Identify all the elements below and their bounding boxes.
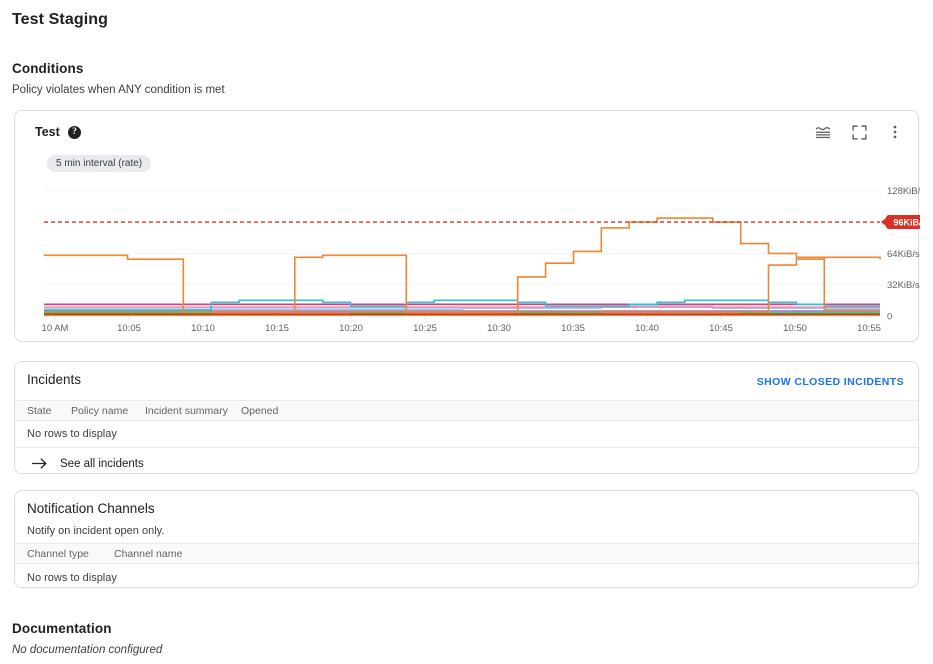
fullscreen-icon[interactable]: [848, 121, 870, 143]
x-axis-tick-label: 10:55: [857, 323, 881, 334]
channels-empty-row: No rows to display: [27, 571, 117, 584]
incidents-title: Incidents: [27, 372, 82, 387]
x-axis-tick-label: 10:35: [561, 323, 585, 334]
incidents-card: Incidents SHOW CLOSED INCIDENTS State Po…: [14, 361, 919, 474]
help-icon[interactable]: ?: [68, 126, 81, 139]
chart-plot-area: 128KiB/s 64KiB/s 32KiB/s 0 10 AM 10:05 10:10 10…: [15, 173, 920, 341]
x-axis-tick-label: 10:45: [709, 323, 733, 334]
channels-table-header: Channel type Channel name: [15, 543, 918, 564]
condition-chart-card: Test ? 5 min interval (rate) 128KiB 64Ki…: [14, 110, 920, 342]
x-axis-tick-label: 10:30: [487, 323, 511, 334]
channels-col-type: Channel type: [27, 547, 89, 560]
x-axis-tick-label: 10:15: [265, 323, 289, 334]
x-axis-tick-label: 10:10: [191, 323, 215, 334]
threshold-label: 96KiB/s: [893, 217, 920, 227]
x-axis-tick-label: 10:20: [339, 323, 363, 334]
chart-svg: 128KiB/s 64KiB/s 32KiB/s 0 10 AM 10:05 10:10 10…: [42, 186, 920, 334]
documentation-text: No documentation configured: [12, 644, 163, 656]
incidents-col-state: State: [27, 404, 52, 417]
channels-title: Notification Channels: [27, 501, 155, 516]
more-vert-icon[interactable]: [884, 121, 906, 143]
incidents-col-incident-summary: Incident summary: [145, 404, 228, 417]
interval-chip: 5 min interval (rate): [47, 155, 152, 172]
conditions-heading: Conditions: [12, 61, 84, 76]
see-all-incidents-button[interactable]: See all incidents: [15, 448, 918, 479]
notification-channels-card: Notification Channels Notify on incident…: [14, 490, 919, 588]
channels-col-name: Channel name: [114, 547, 183, 560]
see-all-incidents-label: See all incidents: [60, 457, 144, 470]
incidents-col-policy-name: Policy name: [71, 404, 129, 417]
x-axis-tick-label: 10:40: [635, 323, 659, 334]
show-closed-incidents-link[interactable]: SHOW CLOSED INCIDENTS: [757, 376, 904, 388]
incidents-col-opened: Opened: [241, 404, 279, 417]
y-axis-tick-label: 32KiB/s: [887, 280, 920, 291]
incidents-table-header: State Policy name Incident summary Opene…: [15, 400, 918, 421]
x-axis-tick-label: 10:50: [783, 323, 807, 334]
x-axis-tick-label: 10 AM: [42, 323, 69, 334]
chart-title: Test: [35, 125, 60, 139]
y-axis-tick-label: 0: [887, 311, 892, 322]
threshold-badge: 96KiB/s: [881, 215, 920, 230]
channels-subtitle: Notify on incident open only.: [27, 525, 165, 537]
conditions-subtitle: Policy violates when ANY condition is me…: [12, 84, 225, 96]
x-axis-tick-label: 10:25: [413, 323, 437, 334]
x-axis-tick-label: 10:05: [117, 323, 141, 334]
y-axis-tick-label: 64KiB/s: [887, 249, 920, 260]
channels-header: Notification Channels Notify on incident…: [15, 491, 918, 543]
documentation-heading: Documentation: [12, 621, 112, 636]
incidents-header: Incidents SHOW CLOSED INCIDENTS: [15, 362, 918, 400]
arrow-right-icon: [31, 457, 48, 470]
chart-header: Test ? 5 min interval (rate): [15, 111, 918, 172]
legend-toggle-icon[interactable]: [812, 121, 834, 143]
page-title: Test Staging: [12, 11, 109, 28]
chart-actions: [812, 121, 906, 143]
incidents-empty-row: No rows to display: [15, 421, 918, 448]
chart-series-line: [44, 217, 880, 313]
y-axis-tick-label: 128KiB/s: [887, 186, 920, 197]
